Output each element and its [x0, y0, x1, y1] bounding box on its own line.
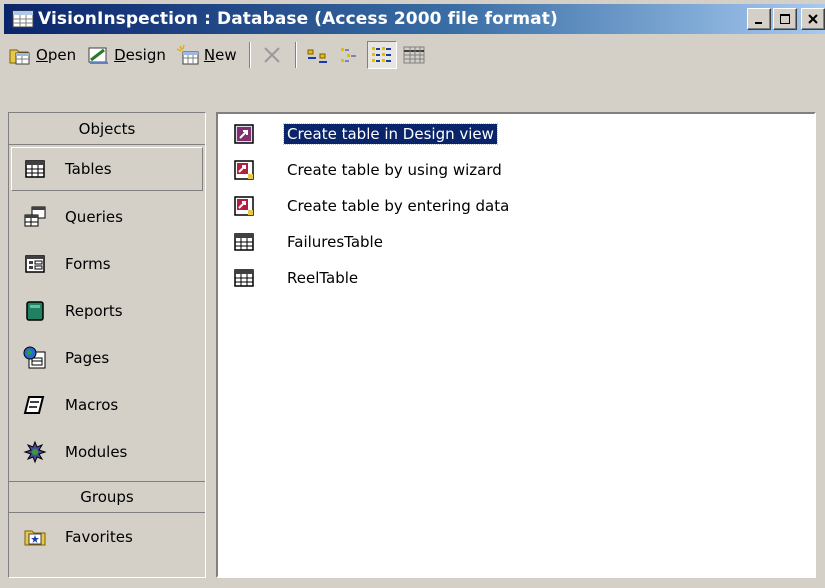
list-item-label: Create table by using wizard: [287, 161, 502, 179]
list-item-reeltable[interactable]: ReelTable: [218, 260, 361, 296]
small-icons-button[interactable]: [335, 41, 365, 69]
list-item-create-design-view[interactable]: Create table in Design view: [218, 116, 498, 152]
database-window: VisionInspection : Database (Access 2000…: [0, 0, 825, 588]
design-button[interactable]: Design: [82, 41, 170, 69]
list-item-create-wizard[interactable]: Create table by using wizard: [218, 152, 505, 188]
toolbar: Open Design New: [4, 38, 825, 72]
objects-item-label: Reports: [65, 301, 123, 320]
design-label: Design: [114, 46, 166, 64]
favorites-folder-icon: [24, 530, 46, 545]
small-icons-icon: [340, 48, 356, 62]
open-icon: [9, 49, 30, 65]
report-icon: [26, 300, 44, 321]
new-icon: [176, 44, 199, 65]
shortcut-icon: [234, 196, 254, 216]
object-list[interactable]: Create table in Design view Create table…: [216, 112, 816, 578]
shortcut-icon: [234, 160, 254, 180]
close-icon: [808, 14, 818, 24]
objects-item-pages[interactable]: Pages: [9, 334, 205, 381]
delete-button[interactable]: [257, 41, 287, 69]
objects-item-label: Forms: [65, 254, 111, 273]
toolbar-separator: [248, 42, 251, 68]
groups-item-favorites[interactable]: Favorites: [9, 513, 205, 560]
open-button[interactable]: Open: [4, 41, 80, 69]
query-icon: [24, 206, 46, 226]
design-icon: [88, 47, 109, 64]
list-view-button[interactable]: [366, 41, 397, 69]
minimize-button[interactable]: [747, 8, 771, 30]
new-button[interactable]: New: [172, 41, 241, 69]
objects-item-tables[interactable]: Tables: [11, 147, 203, 191]
large-icons-button[interactable]: [303, 41, 333, 69]
details-view-icon: [403, 46, 425, 64]
groups-item-label: Favorites: [65, 527, 133, 546]
list-item-failurestable[interactable]: FailuresTable: [218, 224, 386, 260]
shortcut-icon: [234, 124, 254, 144]
maximize-icon: [780, 14, 790, 24]
objects-item-label: Tables: [65, 160, 112, 178]
title-bar[interactable]: VisionInspection : Database (Access 2000…: [4, 4, 825, 34]
page-icon: [23, 346, 46, 368]
window-title: VisionInspection : Database (Access 2000…: [38, 9, 558, 29]
objects-item-queries[interactable]: Queries: [9, 193, 205, 240]
window-controls: [747, 8, 825, 30]
groups-header[interactable]: Groups: [9, 481, 205, 513]
list-item-label: Create table in Design view: [283, 123, 498, 145]
objects-item-label: Macros: [65, 395, 119, 414]
details-view-button[interactable]: [399, 41, 429, 69]
list-item-create-entering-data[interactable]: Create table by entering data: [218, 188, 512, 224]
list-item-label: ReelTable: [287, 269, 359, 287]
objects-item-modules[interactable]: Modules: [9, 428, 205, 475]
database-app-icon: [12, 10, 34, 28]
toolbar-separator: [294, 42, 297, 68]
table-icon: [234, 233, 254, 251]
delete-icon: [263, 47, 280, 63]
list-view-icon: [371, 47, 391, 62]
table-icon: [25, 160, 45, 178]
list-item-label: Create table by entering data: [287, 197, 510, 215]
form-icon: [25, 254, 45, 273]
minimize-icon: [755, 22, 762, 24]
module-icon: [23, 440, 47, 463]
objects-item-label: Modules: [65, 442, 128, 461]
objects-bar: Objects Tables Queries Forms Reports Pag…: [8, 112, 206, 578]
new-label: New: [203, 46, 237, 64]
close-button[interactable]: [801, 8, 825, 30]
objects-header[interactable]: Objects: [9, 113, 205, 145]
table-icon: [234, 269, 254, 287]
list-item-label: FailuresTable: [287, 233, 383, 251]
large-icons-icon: [307, 49, 327, 63]
objects-item-forms[interactable]: Forms: [9, 240, 205, 287]
maximize-button[interactable]: [773, 8, 797, 30]
open-label: Open: [36, 46, 77, 64]
macro-icon: [23, 395, 45, 414]
objects-item-label: Pages: [65, 348, 110, 367]
objects-item-macros[interactable]: Macros: [9, 381, 205, 428]
objects-item-reports[interactable]: Reports: [9, 287, 205, 334]
objects-item-label: Queries: [65, 207, 123, 226]
